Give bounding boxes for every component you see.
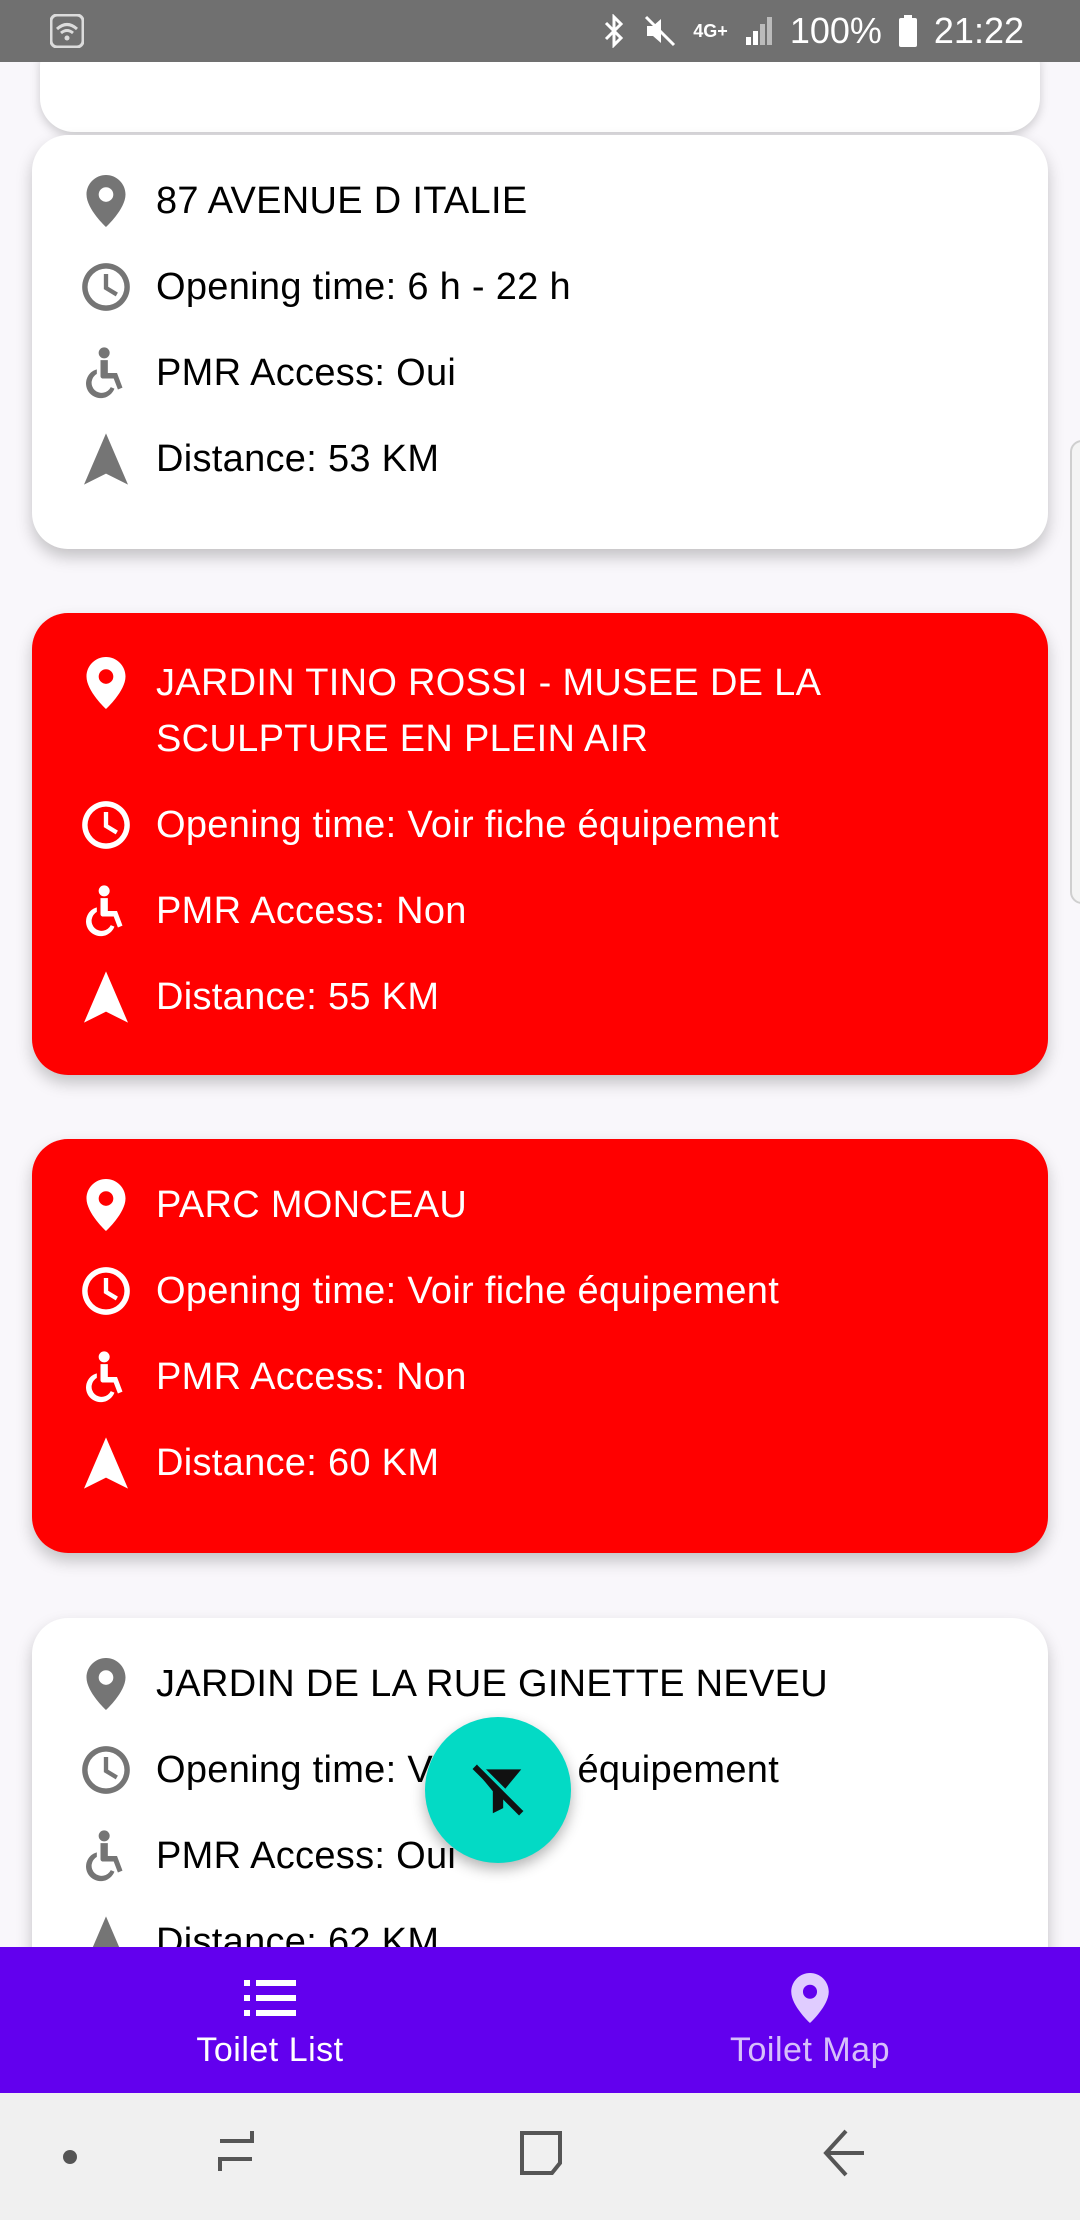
toilet-pmr-access: PMR Access: Oui [156,1835,457,1877]
accessible-icon [78,883,134,939]
toilet-card[interactable]: PARC MONCEAU Opening time: Voir fiche éq… [32,1139,1048,1553]
toilet-address: JARDIN TINO ROSSI - MUSEE DE LA SCULPTUR… [156,662,820,760]
toilet-distance: Distance: 60 KM [156,1442,440,1484]
map-pin-icon [791,1971,829,2025]
toilet-opening-time: Opening time: Voir fiche équipement [156,1749,780,1791]
clock-icon [78,259,134,315]
toilet-opening-time: Opening time: 6 h - 22 h [156,266,571,308]
tab-toilet-list[interactable]: Toilet List [0,1947,540,2093]
list-icon [244,1971,296,2025]
battery-icon [898,14,918,48]
toilet-card[interactable]: 87 AVENUE D ITALIE Opening time: 6 h - 2… [32,135,1048,549]
navigation-arrow-icon [78,1435,134,1491]
system-navigation-bar [0,2093,1080,2220]
tab-label: Toilet List [196,2030,344,2069]
clock-icon [78,1742,134,1798]
toilet-pmr-access: PMR Access: Oui [156,352,457,394]
status-bar: 4G+ 100% 21:22 [0,0,1080,62]
home-icon[interactable] [516,2123,568,2183]
location-pin-icon [78,1177,134,1233]
mute-icon [643,14,677,48]
side-panel-handle[interactable] [1070,440,1080,904]
accessible-icon [78,1349,134,1405]
location-pin-icon [78,173,134,229]
clock-icon [78,1263,134,1319]
previous-card-edge [40,62,1040,132]
navigation-arrow-icon [78,969,134,1025]
clock-time: 21:22 [933,10,1024,51]
location-pin-icon [78,1656,134,1712]
signal-icon [744,15,774,47]
location-pin-icon [78,655,134,711]
bluetooth-icon [601,14,627,48]
toilet-pmr-access: PMR Access: Non [156,890,467,932]
network-type: 4G+ [693,20,728,41]
toilet-distance: Distance: 62 KM [156,1921,440,1947]
tab-label: Toilet Map [730,2030,890,2069]
dot-icon[interactable] [60,2147,80,2167]
bottom-navigation: Toilet List Toilet Map [0,1947,1080,2093]
accessible-icon [78,345,134,401]
toilet-distance: Distance: 53 KM [156,438,440,480]
accessible-icon [78,1828,134,1884]
toilet-address: PARC MONCEAU [156,1184,468,1226]
back-icon[interactable] [816,2123,872,2183]
toilet-address: JARDIN DE LA RUE GINETTE NEVEU [156,1663,829,1705]
battery-percent: 100% [789,10,882,51]
navigation-arrow-icon [78,431,134,487]
toilet-opening-time: Opening time: Voir fiche équipement [156,1270,780,1312]
filter-fab-button[interactable] [425,1717,571,1863]
toilet-card[interactable]: JARDIN TINO ROSSI - MUSEE DE LA SCULPTUR… [32,613,1048,1075]
navigation-arrow-icon [78,1914,134,1947]
tab-toilet-map[interactable]: Toilet Map [540,1947,1080,2093]
toilet-address: 87 AVENUE D ITALIE [156,180,528,222]
toilet-distance: Distance: 55 KM [156,976,440,1018]
toilet-pmr-access: PMR Access: Non [156,1356,467,1398]
recent-apps-icon[interactable] [212,2123,262,2183]
clock-icon [78,797,134,853]
filter-off-icon [472,1763,525,1816]
toilet-opening-time: Opening time: Voir fiche équipement [156,804,780,846]
wifi-status-icon [50,14,84,48]
toilet-list[interactable]: 87 AVENUE D ITALIE Opening time: 6 h - 2… [0,62,1080,1947]
